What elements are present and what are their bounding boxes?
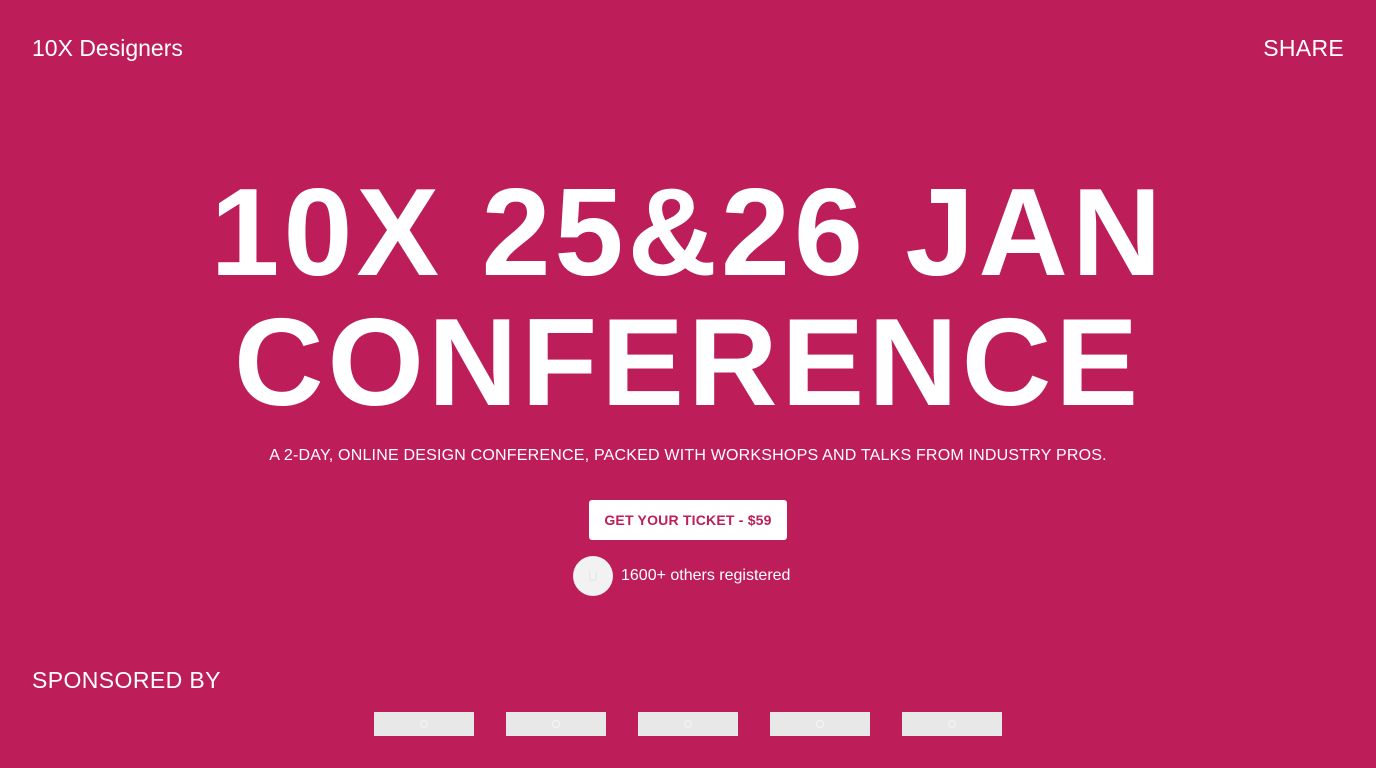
sponsor-logo[interactable]	[770, 712, 870, 736]
image-placeholder-icon	[420, 720, 428, 728]
image-placeholder-icon	[552, 720, 560, 728]
image-placeholder-icon	[948, 720, 956, 728]
avatar: U	[573, 556, 613, 596]
sponsor-logos	[374, 712, 1002, 736]
registered-text: 1600+ others registered	[621, 567, 791, 584]
share-link[interactable]: SHARE	[1263, 33, 1344, 63]
sponsor-logo[interactable]	[374, 712, 474, 736]
image-placeholder-icon	[684, 720, 692, 728]
hero-tagline: A 2-DAY, ONLINE DESIGN CONFERENCE, PACKE…	[269, 447, 1107, 464]
sponsor-logo[interactable]	[638, 712, 738, 736]
image-placeholder-icon	[816, 720, 824, 728]
hero-title-line-1: 10X 25&26 JAN	[210, 164, 1166, 302]
hero-title: 10X 25&26 JAN CONFERENCE	[0, 168, 1376, 428]
sponsor-logo[interactable]	[902, 712, 1002, 736]
hero-title-line-2: CONFERENCE	[233, 294, 1143, 432]
brand-logo-link[interactable]: 10X Designers	[32, 33, 183, 63]
get-ticket-button[interactable]: GET YOUR TICKET - $59	[589, 500, 787, 540]
registered-count: U 1600+ others registered	[573, 556, 790, 596]
sponsor-logo[interactable]	[506, 712, 606, 736]
sponsors-heading: SPONSORED BY	[32, 667, 221, 693]
